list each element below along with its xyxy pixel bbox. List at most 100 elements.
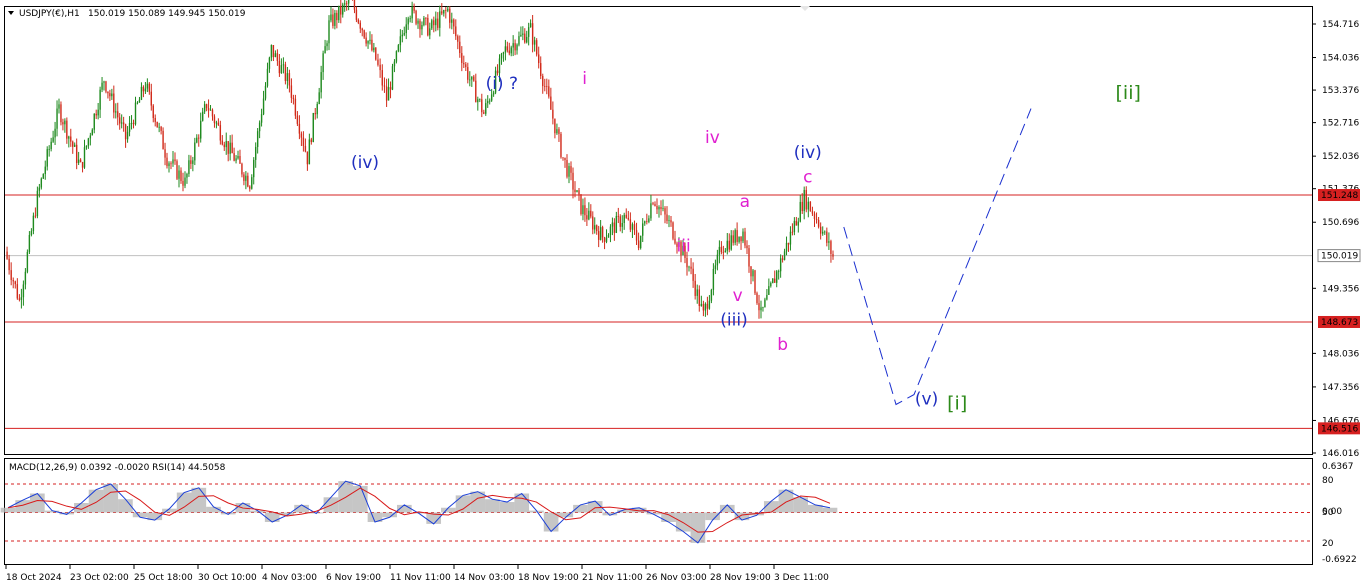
candle-body: [801, 201, 803, 212]
candle-body: [251, 177, 253, 189]
wave-label: c: [803, 168, 812, 188]
candle-body: [128, 123, 131, 132]
candle-body: [158, 126, 160, 128]
candle-body: [306, 151, 309, 165]
candle-body: [548, 86, 550, 97]
candle-body: [260, 114, 263, 123]
candle-body: [296, 115, 299, 124]
candle-body: [192, 160, 194, 164]
candle-body: [318, 92, 320, 104]
candle-body: [365, 37, 367, 44]
main-chart-frame: [4, 6, 1313, 455]
candle-body: [500, 53, 503, 59]
candle-body: [738, 236, 740, 242]
candle-body: [730, 235, 732, 250]
candle-body: [119, 117, 121, 124]
candle-body: [752, 270, 754, 277]
candle-body: [10, 270, 12, 281]
candle-body: [413, 6, 415, 11]
candle-body: [342, 4, 344, 15]
candle-body: [797, 221, 800, 226]
candle-body: [172, 159, 174, 164]
candle-body: [188, 160, 190, 174]
candle-body: [560, 133, 562, 158]
candle-body: [742, 231, 744, 242]
candle-body: [524, 33, 526, 43]
candle-body: [449, 8, 451, 23]
candle-body: [95, 113, 97, 116]
candle-body: [609, 226, 612, 235]
candle-body: [201, 111, 204, 121]
candle-body: [369, 39, 371, 41]
candle-body: [592, 216, 594, 230]
candle-body: [373, 47, 375, 51]
candle-body: [828, 241, 830, 243]
wave-label: i: [582, 69, 587, 89]
candle-body: [588, 210, 590, 220]
candle-body: [417, 20, 419, 24]
candle-body: [328, 20, 330, 44]
symbol-info: USDJPY(€),H1: [19, 9, 80, 19]
candle-body: [690, 266, 692, 269]
candle-body: [712, 268, 715, 290]
candle-body: [570, 166, 572, 173]
candle-body: [574, 189, 576, 193]
candle-body: [239, 156, 241, 164]
x-tick-label: 21 Nov 11:00: [582, 573, 643, 583]
candle-body: [718, 246, 721, 255]
candle-body: [538, 54, 540, 64]
candle-body: [292, 97, 295, 99]
macd-histogram-bar: [264, 512, 280, 522]
candle-body: [508, 50, 510, 54]
candle-body: [395, 51, 398, 62]
candle-body: [726, 240, 728, 251]
candle-body: [397, 45, 400, 52]
candle-body: [535, 40, 538, 55]
y-tick-label: 147.356: [1322, 383, 1359, 393]
time-axis: 18 Oct 2024 23 Oct 02:00 25 Oct 18:00 30 Oc…: [5, 565, 829, 583]
candle-body: [81, 162, 84, 168]
candle-body: [764, 299, 766, 307]
candle-body: [178, 170, 180, 179]
y-tick-label: 149.356: [1322, 284, 1359, 294]
candle-body: [353, 0, 356, 10]
candle-body: [166, 157, 168, 167]
candle-body: [648, 218, 650, 222]
candle-body: [556, 129, 558, 134]
candle-body: [514, 43, 516, 51]
candle-body: [40, 178, 43, 188]
candle-body: [813, 213, 816, 219]
candle-body: [38, 187, 41, 191]
candle-body: [18, 298, 21, 300]
candle-body: [635, 230, 638, 241]
candle-body: [668, 220, 670, 222]
candle-body: [290, 85, 293, 98]
candle-body: [815, 218, 818, 220]
candle-body: [445, 9, 447, 11]
candle-body: [710, 289, 713, 301]
x-tick-label: 3 Dec 11:00: [774, 573, 829, 583]
candle-body: [708, 300, 711, 309]
candle-body: [531, 23, 534, 45]
candle-body: [338, 5, 340, 21]
candle-body: [783, 251, 786, 260]
x-tick-label: 4 Nov 03:00: [262, 573, 317, 583]
wave-label: v: [733, 286, 743, 306]
y-tick-label: 154.716: [1322, 20, 1359, 30]
candle-body: [280, 65, 283, 74]
candle-body: [696, 289, 698, 296]
x-tick-label: 25 Oct 18:00: [134, 573, 193, 583]
candle-body: [789, 231, 792, 245]
indicator-axis-label: -0.6922: [1322, 555, 1357, 565]
candle-body: [326, 43, 328, 47]
candle-body: [221, 140, 224, 145]
macd-histogram-bar: [763, 501, 779, 513]
candle-body: [650, 203, 652, 219]
candle-body: [625, 214, 627, 218]
y-tick-label: 152.716: [1322, 119, 1359, 129]
y-tick-label: 154.036: [1322, 54, 1359, 64]
candle-body: [785, 242, 788, 252]
candle-body: [522, 33, 524, 35]
candle-body: [355, 9, 358, 20]
candle-body: [401, 34, 404, 37]
